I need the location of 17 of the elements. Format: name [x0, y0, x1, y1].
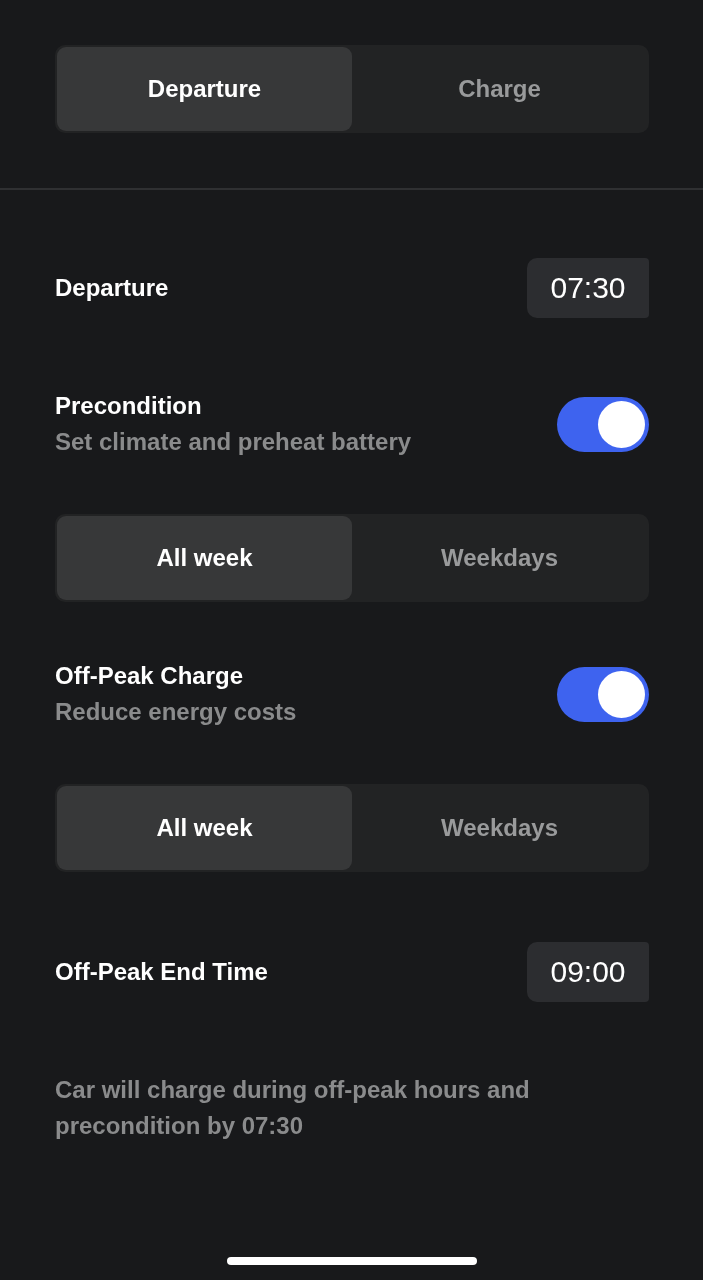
setting-label: Off-Peak End Time: [55, 957, 268, 987]
setting-description: Set climate and preheat battery: [55, 427, 412, 457]
time-picker-button[interactable]: 09:00: [527, 942, 649, 1002]
mode-tab[interactable]: Charge: [352, 47, 647, 131]
schedule-tab[interactable]: Weekdays: [352, 516, 647, 600]
toggle-switch[interactable]: [557, 396, 649, 452]
schedule-tab[interactable]: Weekdays: [352, 786, 647, 870]
setting-title: Precondition: [55, 391, 203, 421]
time-picker-button[interactable]: 07:30: [527, 258, 649, 318]
toggle-switch[interactable]: [557, 666, 649, 722]
setting-label: Departure: [55, 273, 169, 303]
mode-tab[interactable]: Departure: [57, 47, 352, 131]
info-note: Car will charge during off-peak hours and precondition by 07:30: [55, 1075, 531, 1141]
schedule-tab[interactable]: All week: [57, 516, 352, 600]
setting-title: Off-Peak Charge: [55, 661, 245, 691]
setting-description: Reduce energy costs: [55, 697, 297, 727]
schedule-tab[interactable]: All week: [57, 786, 352, 870]
